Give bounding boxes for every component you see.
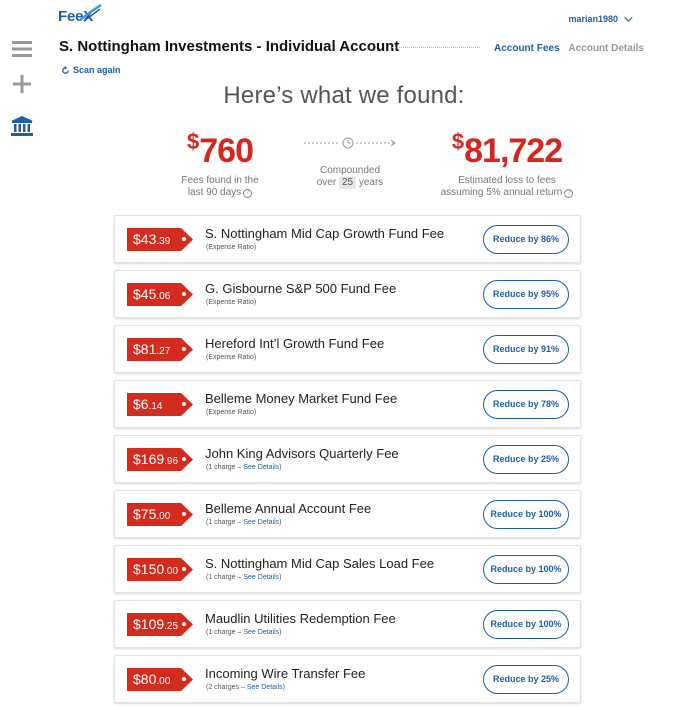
fee-row: $109.25 Maudlin Utilities Redemption Fee… — [114, 600, 581, 648]
price-tag: $43.39 — [127, 228, 193, 251]
fees-found-stat: $760 Fees found in the last 90 days? — [170, 122, 270, 199]
fees-found-value: $760 — [187, 129, 254, 170]
scan-again-label: Scan again — [73, 65, 121, 75]
timeline-arrow — [300, 136, 400, 149]
tab-account-details[interactable]: Account Details — [568, 43, 644, 54]
account-tabs: Account Fees Account Details — [494, 43, 650, 54]
price-tag: $81.27 — [127, 338, 193, 361]
reduce-fee-button[interactable]: Reduce by 100% — [483, 500, 569, 529]
logo-swoosh-icon — [79, 3, 102, 27]
fee-row: $6.14 Belleme Money Market Fund Fee (Exp… — [114, 380, 581, 428]
scan-again-link[interactable]: Scan again — [61, 65, 121, 75]
see-details-link[interactable]: See Details — [243, 629, 279, 636]
price-tag: $6.14 — [127, 393, 193, 416]
fee-name: Belleme Annual Account Fee — [205, 501, 372, 516]
reduce-fee-button[interactable]: Reduce by 25% — [483, 665, 569, 694]
fee-detail: (1 charge – See Details) — [206, 574, 282, 581]
reduce-fee-button[interactable]: Reduce by 95% — [483, 280, 569, 309]
fee-name: John King Advisors Quarterly Fee — [205, 446, 399, 461]
fee-row: $150.00 S. Nottingham Mid Cap Sales Load… — [114, 545, 581, 593]
see-details-link[interactable]: See Details — [243, 519, 279, 526]
fee-list: $43.39 S. Nottingham Mid Cap Growth Fund… — [114, 215, 581, 710]
username: marian1980 — [568, 14, 618, 24]
see-details-link[interactable]: See Details — [243, 574, 279, 581]
fee-row: $45.06 G. Gisbourne S&P 500 Fund Fee (Ex… — [114, 270, 581, 318]
fee-detail: (Expense Ratio) — [206, 354, 257, 361]
info-icon[interactable]: ? — [243, 189, 253, 198]
fee-detail: (Expense Ratio) — [206, 409, 257, 416]
fee-name: Incoming Wire Transfer Fee — [205, 666, 366, 681]
info-icon[interactable]: ? — [564, 189, 574, 198]
price-tag: $169.96 — [127, 448, 193, 471]
fees-found-caption: Fees found in the last 90 days? — [181, 175, 259, 198]
fee-row: $81.27 Hereford Int’l Growth Fund Fee (E… — [114, 325, 581, 373]
fee-name: G. Gisbourne S&P 500 Fund Fee — [205, 281, 397, 296]
fee-row: $43.39 S. Nottingham Mid Cap Growth Fund… — [114, 215, 581, 263]
fee-name: Belleme Money Market Fund Fee — [205, 391, 398, 406]
fee-row: $80.00 Incoming Wire Transfer Fee (2 cha… — [114, 655, 581, 703]
refresh-icon — [62, 65, 69, 74]
reduce-fee-button[interactable]: Reduce by 78% — [483, 390, 569, 419]
chevron-down-icon — [624, 13, 633, 22]
compound-caption: Compounded over 25 years — [316, 165, 384, 189]
estimated-loss-caption: Estimated loss to fees assuming 5% annua… — [432, 175, 582, 199]
price-tag: $150.00 — [127, 558, 193, 581]
see-details-link[interactable]: See Details — [247, 684, 283, 691]
price-tag: $75.00 — [127, 503, 193, 526]
bank-icon[interactable] — [10, 114, 34, 138]
menu-icon[interactable] — [10, 37, 34, 61]
fee-detail: (2 charges – See Details) — [206, 684, 285, 691]
fee-row: $169.96 John King Advisors Quarterly Fee… — [114, 435, 581, 483]
price-tag: $80.00 — [127, 668, 193, 691]
reduce-fee-button[interactable]: Reduce by 25% — [483, 445, 569, 474]
estimated-loss-stat: $81,722 Estimated loss to fees assuming … — [432, 122, 582, 199]
fee-row: $75.00 Belleme Annual Account Fee (1 cha… — [114, 490, 581, 538]
reduce-fee-button[interactable]: Reduce by 86% — [483, 225, 569, 254]
fee-name: Hereford Int’l Growth Fund Fee — [205, 336, 385, 351]
reduce-fee-button[interactable]: Reduce by 91% — [483, 335, 569, 364]
reduce-fee-button[interactable]: Reduce by 100% — [483, 610, 569, 639]
results-headline: Here’s what we found: — [223, 82, 465, 109]
user-menu[interactable]: marian1980 — [568, 13, 633, 24]
reduce-fee-button[interactable]: Reduce by 100% — [483, 555, 569, 584]
fee-name: S. Nottingham Mid Cap Sales Load Fee — [205, 556, 435, 571]
tab-account-fees[interactable]: Account Fees — [494, 43, 560, 54]
account-title: S. Nottingham Investments - Individual A… — [59, 38, 400, 55]
fee-detail: (Expense Ratio) — [206, 244, 257, 251]
fee-detail: (1 charge – See Details) — [206, 464, 282, 471]
price-tag: $45.06 — [127, 283, 193, 306]
title-divider — [392, 47, 480, 48]
fee-detail: (1 charge – See Details) — [206, 629, 282, 636]
fee-name: Maudlin Utilities Redemption Fee — [205, 611, 396, 626]
years-value[interactable]: 25 — [338, 177, 357, 189]
estimated-loss-value: $81,722 — [451, 129, 563, 170]
fee-name: S. Nottingham Mid Cap Growth Fund Fee — [205, 226, 445, 241]
compound-indicator: Compounded over 25 years — [300, 136, 400, 189]
price-tag: $109.25 — [127, 613, 193, 636]
fee-detail: (1 charge – See Details) — [206, 519, 282, 526]
see-details-link[interactable]: See Details — [243, 464, 279, 471]
fee-detail: (Expense Ratio) — [206, 299, 257, 306]
